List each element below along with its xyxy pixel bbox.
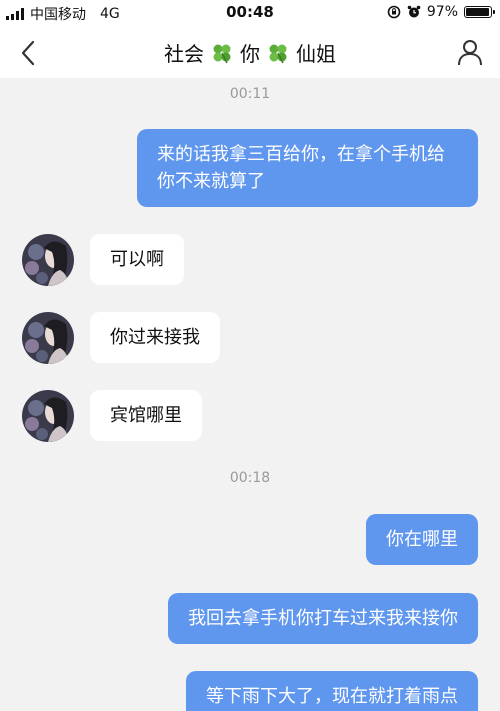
- four-leaf-clover-icon: [213, 44, 231, 63]
- status-bar: 中国移动 4G 00:48 97%: [0, 0, 500, 26]
- chat-title: 社会 你 仙姐: [0, 38, 500, 67]
- nav-bar: 社会 你 仙姐: [0, 26, 500, 78]
- four-leaf-clover-icon: [269, 44, 287, 63]
- avatar[interactable]: [22, 234, 74, 286]
- incoming-message[interactable]: 宾馆哪里: [90, 390, 202, 441]
- battery-percent: 97%: [426, 4, 458, 20]
- battery-icon: [464, 6, 495, 18]
- outgoing-message[interactable]: 我回去拿手机你打车过来我来接你: [168, 593, 478, 644]
- alarm-icon: [407, 5, 421, 18]
- person-icon[interactable]: [456, 38, 484, 66]
- outgoing-message[interactable]: 等下雨下大了，现在就打着雨点: [186, 671, 478, 711]
- title-left: 社会: [164, 42, 204, 66]
- incoming-message[interactable]: 可以啊: [90, 234, 184, 285]
- avatar[interactable]: [22, 390, 74, 442]
- status-right: 97%: [387, 4, 495, 20]
- timestamp: 00:18: [229, 470, 271, 486]
- avatar[interactable]: [22, 312, 74, 364]
- incoming-message[interactable]: 你过来接我: [90, 312, 220, 363]
- chat-area[interactable]: 00:11 来的话我拿三百给你，在拿个手机给你不来就算了 可以啊 你过来接我 宾…: [0, 78, 500, 711]
- timestamp: 00:11: [229, 86, 271, 102]
- outgoing-message[interactable]: 来的话我拿三百给你，在拿个手机给你不来就算了: [137, 129, 478, 207]
- rotation-lock-icon: [387, 5, 401, 19]
- title-middle: 你: [240, 42, 260, 66]
- title-right: 仙姐: [296, 42, 336, 66]
- outgoing-message[interactable]: 你在哪里: [366, 514, 478, 565]
